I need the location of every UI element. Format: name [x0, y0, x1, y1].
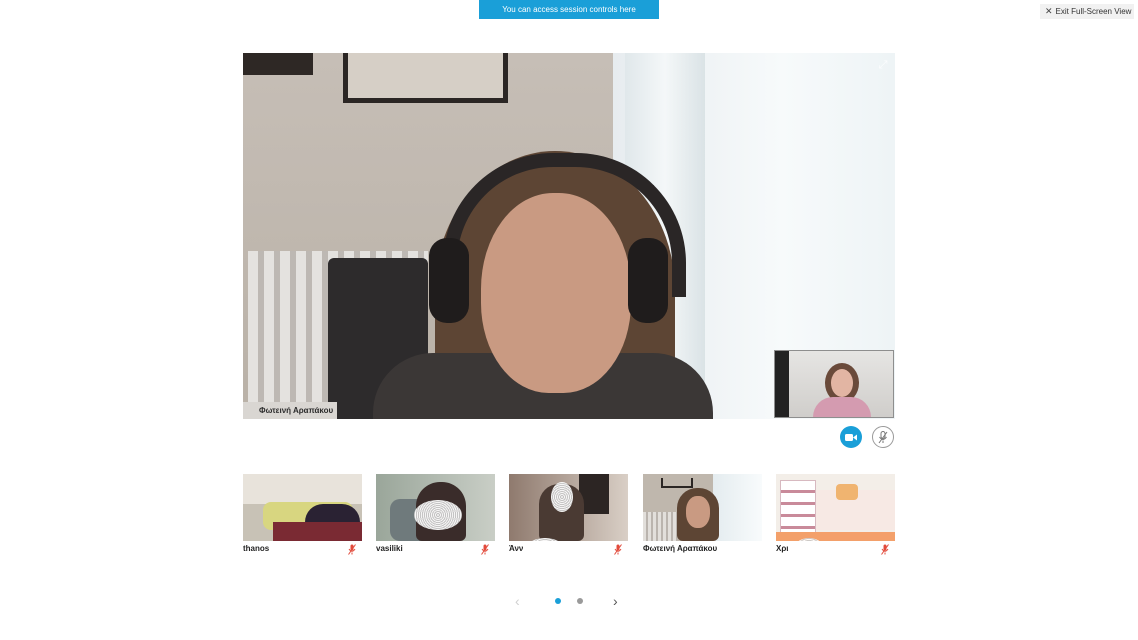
participant-name: Άνν — [509, 544, 524, 553]
participant-video — [376, 474, 495, 541]
main-video-name-label: Φωτεινή Αραπάκου — [243, 402, 338, 419]
self-view-video[interactable] — [774, 350, 894, 418]
participant-name: thanos — [243, 544, 270, 553]
microphone-toggle-button[interactable] — [872, 426, 894, 448]
participant-strip: thanos vasiliki Άνν Φωτεινή Αραπάκου Χρι — [243, 474, 895, 558]
microphone-muted-icon — [348, 544, 356, 555]
page-indicator-active[interactable] — [555, 598, 561, 604]
participant-video — [643, 474, 762, 541]
participant-tile[interactable]: Φωτεινή Αραπάκου — [643, 474, 762, 558]
participant-tile[interactable]: Χρι — [776, 474, 895, 558]
exit-fullscreen-button[interactable]: ✕ Exit Full-Screen View — [1040, 4, 1134, 19]
participant-tile[interactable]: Άνν — [509, 474, 628, 558]
microphone-muted-icon — [878, 430, 888, 443]
participant-name: vasiliki — [376, 544, 403, 553]
page-indicator[interactable] — [577, 598, 583, 604]
participant-video — [509, 474, 628, 541]
microphone-muted-icon — [881, 544, 889, 555]
exit-fullscreen-label: Exit Full-Screen View — [1055, 7, 1132, 16]
participant-name: Χρι — [776, 544, 789, 553]
participant-name: Φωτεινή Αραπάκου — [643, 544, 718, 553]
participant-tile[interactable]: vasiliki — [376, 474, 495, 558]
expand-icon[interactable]: ⤢ — [877, 59, 889, 71]
participant-video — [243, 474, 362, 541]
participant-tile[interactable]: thanos — [243, 474, 362, 558]
close-icon: ✕ — [1045, 6, 1053, 16]
video-camera-icon — [845, 433, 857, 441]
participant-video — [776, 474, 895, 541]
chevron-right-icon[interactable]: › — [613, 592, 618, 610]
participant-pagination: ‹ › — [510, 592, 630, 610]
session-controls-tip: You can access session controls here — [479, 0, 659, 19]
microphone-muted-icon — [481, 544, 489, 555]
microphone-muted-icon — [614, 544, 622, 555]
chevron-left-icon[interactable]: ‹ — [515, 592, 520, 610]
camera-toggle-button[interactable] — [840, 426, 862, 448]
